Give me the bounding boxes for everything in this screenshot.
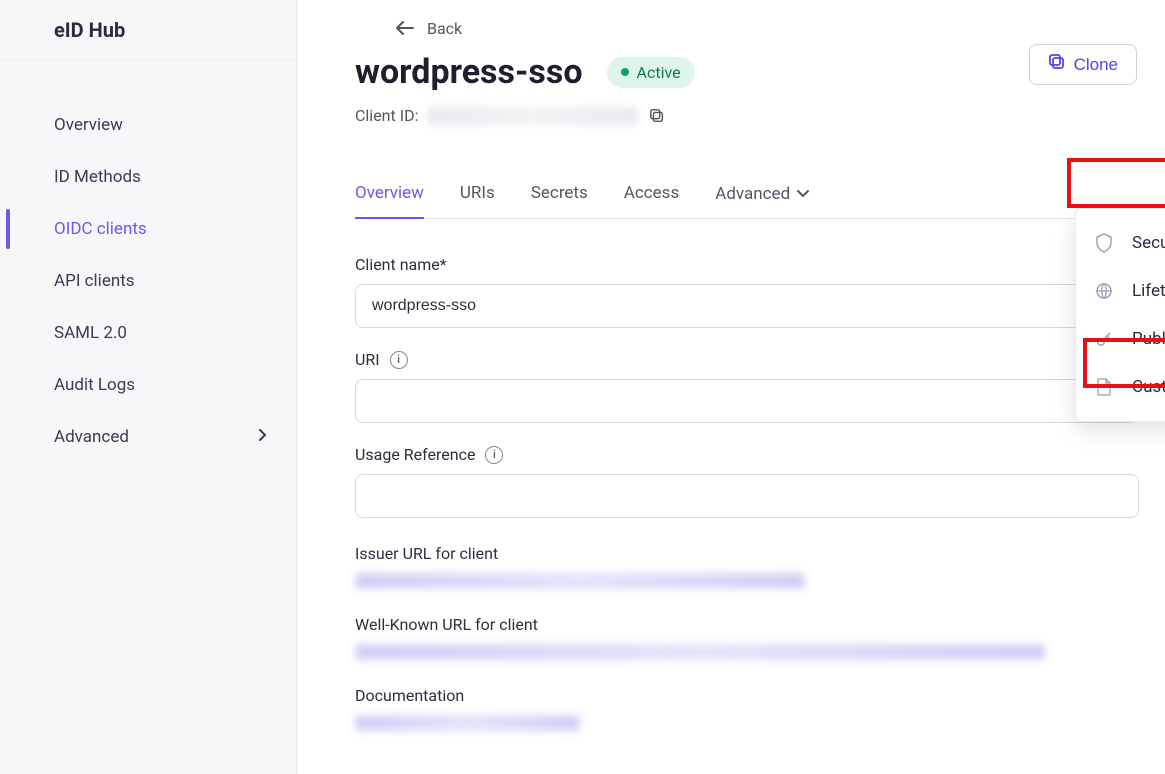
clone-label: Clone (1074, 55, 1118, 75)
dropdown-item-label: Security (1132, 233, 1165, 253)
client-id-label: Client ID: (355, 106, 418, 125)
documentation-value-redacted (355, 715, 580, 731)
back-link[interactable]: Back (395, 18, 1139, 38)
overview-form: Client name* URI i Usage Reference i Iss… (355, 255, 1139, 731)
status-label: Active (637, 63, 681, 82)
sidebar-item-label: API clients (54, 271, 135, 291)
tabs: Overview URIs Secrets Access Advanced (355, 175, 1139, 219)
dropdown-item-public-keys[interactable]: Public keys (1076, 315, 1165, 363)
globe-icon (1094, 281, 1114, 301)
clone-button[interactable]: Clone (1029, 44, 1137, 85)
uri-input[interactable] (355, 379, 1139, 423)
status-dot-icon (621, 68, 629, 76)
sidebar-item-label: SAML 2.0 (54, 323, 127, 343)
issuer-url-value-redacted (355, 573, 805, 589)
documentation-label: Documentation (355, 686, 1139, 705)
client-id-value-redacted (428, 107, 638, 125)
usage-reference-label: Usage Reference (355, 445, 475, 464)
wellknown-url-label: Well-Known URL for client (355, 615, 1139, 634)
document-icon (1094, 377, 1114, 397)
issuer-url-label: Issuer URL for client (355, 544, 1139, 563)
arrow-left-icon (395, 18, 415, 38)
uri-label: URI (355, 350, 380, 369)
client-name-label: Client name* (355, 255, 1139, 274)
sidebar-item-label: ID Methods (54, 167, 141, 187)
dropdown-item-lifetimes[interactable]: Lifetimes (1076, 267, 1165, 315)
sidebar-item-audit-logs[interactable]: Audit Logs (0, 359, 296, 411)
client-name-input[interactable] (355, 284, 1139, 328)
wellknown-url-value-redacted (355, 644, 1045, 660)
sidebar-item-advanced[interactable]: Advanced (0, 411, 296, 463)
sidebar-item-api-clients[interactable]: API clients (0, 255, 296, 307)
tab-secrets[interactable]: Secrets (531, 175, 588, 218)
tab-access[interactable]: Access (624, 175, 679, 218)
advanced-dropdown: Security Lifetimes Public keys Custom cl… (1075, 208, 1165, 422)
dropdown-item-label: Lifetimes (1132, 281, 1165, 301)
sidebar-nav: Overview ID Methods OIDC clients API cli… (0, 61, 296, 463)
shield-icon (1094, 233, 1114, 253)
tab-label: Advanced (715, 184, 790, 204)
usage-reference-input[interactable] (355, 474, 1139, 518)
sidebar-item-saml[interactable]: SAML 2.0 (0, 307, 296, 359)
key-icon (1094, 329, 1114, 349)
back-label: Back (427, 19, 462, 38)
copy-icon (1048, 53, 1066, 76)
copy-client-id-button[interactable] (648, 107, 666, 125)
sidebar-item-label: Audit Logs (54, 375, 135, 395)
brand-title: eID Hub (0, 0, 296, 61)
sidebar-item-oidc-clients[interactable]: OIDC clients (0, 203, 296, 255)
dropdown-item-custom-claims[interactable]: Custom claims (1076, 363, 1165, 411)
sidebar-item-label: OIDC clients (54, 219, 147, 239)
info-icon[interactable]: i (390, 351, 408, 369)
chevron-down-icon (796, 184, 810, 204)
sidebar-item-id-methods[interactable]: ID Methods (0, 151, 296, 203)
sidebar-item-label: Overview (54, 115, 123, 135)
tab-uris[interactable]: URIs (460, 175, 495, 218)
tab-advanced[interactable]: Advanced (715, 175, 810, 218)
dropdown-item-security[interactable]: Security (1076, 219, 1165, 267)
tab-overview[interactable]: Overview (355, 175, 424, 219)
sidebar-item-label: Advanced (54, 427, 129, 447)
info-icon[interactable]: i (485, 446, 503, 464)
page-title: wordpress-sso (355, 52, 583, 92)
chevron-right-icon (258, 427, 268, 447)
sidebar: eID Hub Overview ID Methods OIDC clients… (0, 0, 297, 774)
dropdown-item-label: Custom claims (1132, 377, 1165, 397)
dropdown-item-label: Public keys (1132, 329, 1165, 349)
status-badge: Active (607, 57, 695, 88)
main-content: Back wordpress-sso Active Clone Client I… (297, 0, 1165, 774)
sidebar-item-overview[interactable]: Overview (0, 99, 296, 151)
